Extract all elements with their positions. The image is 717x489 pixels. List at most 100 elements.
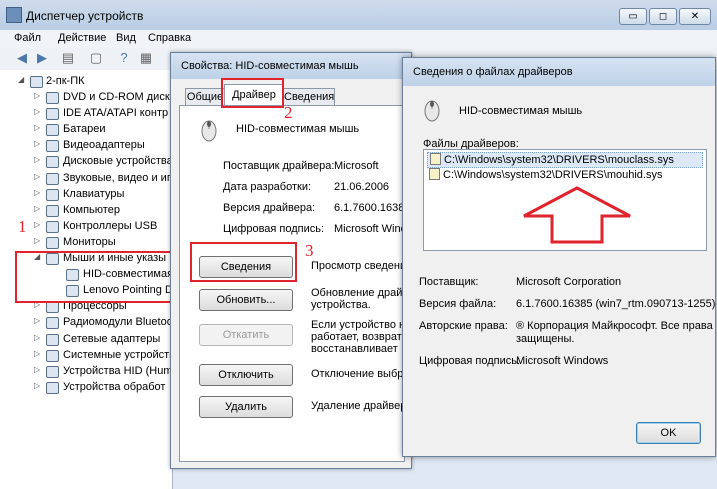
properties-title-bar: Свойства: HID-совместимая мышь xyxy=(171,53,411,79)
device-category-icon xyxy=(46,381,59,394)
driver-files-list: C:\Windows\system32\DRIVERS\mouclass.sys… xyxy=(423,149,707,251)
tree-item-label: Радиомодули Bluetoo xyxy=(63,316,173,329)
info-value: 6.1.7600.16385 (win7_rtm.090713-1255) xyxy=(516,298,716,310)
collapse-icon[interactable]: ◢ xyxy=(18,75,24,84)
tree-item-label: Системные устройства xyxy=(63,348,182,361)
device-category-icon xyxy=(46,172,59,185)
menu-bar: Файл Действие Вид Справка xyxy=(0,30,717,48)
tree-item-label: Батареи xyxy=(63,123,106,136)
annotation-box-2 xyxy=(221,78,284,108)
driver-files-dialog: Сведения о файлах драйверов HID-совмести… xyxy=(402,57,716,457)
menu-view[interactable]: Вид xyxy=(116,32,136,44)
tree-item-label: Клавиатуры xyxy=(63,187,125,200)
maximize-button[interactable]: ◻ xyxy=(649,8,677,25)
tab-general[interactable]: Общие xyxy=(185,88,225,106)
title-bar: Диспетчер устройств ▭ ◻ ✕ xyxy=(0,0,717,30)
annotation-number-3: 3 xyxy=(305,241,314,260)
expand-icon[interactable]: ▷ xyxy=(34,139,40,148)
tree-item-label: Мониторы xyxy=(63,235,116,248)
driver-files-title-bar: Сведения о файлах драйверов xyxy=(403,58,715,86)
tree-item-label: Компьютер xyxy=(63,203,120,216)
field-value: Microsoft xyxy=(334,160,379,172)
computer-icon[interactable]: ▦ xyxy=(138,51,154,65)
file-icon xyxy=(429,168,440,180)
tree-item-label: Звуковые, видео и иг xyxy=(63,171,171,184)
menu-action[interactable]: Действие xyxy=(58,32,106,44)
rollback-description: Если устройство не работает, возврат вос… xyxy=(311,319,411,355)
computer-icon xyxy=(30,76,43,88)
field-value: 21.06.2006 xyxy=(334,181,390,193)
expand-icon[interactable]: ▷ xyxy=(34,204,40,213)
device-manager-icon xyxy=(6,7,22,23)
field-label: Дата разработки: xyxy=(223,181,312,193)
expand-icon[interactable]: ▷ xyxy=(34,155,40,164)
page-icon[interactable]: ▢ xyxy=(88,51,104,65)
device-name: HID-совместимая мышь xyxy=(236,123,360,135)
list-item[interactable]: C:\Windows\system32\DRIVERS\mouhid.sys xyxy=(427,168,662,182)
device-category-icon xyxy=(46,301,59,314)
device-category-icon xyxy=(46,108,59,121)
rollback-driver-button[interactable]: Откатить xyxy=(199,324,293,346)
menu-help[interactable]: Справка xyxy=(148,32,191,44)
device-category-icon xyxy=(46,140,59,153)
tree-item-label: Устройства обработ xyxy=(63,380,166,393)
expand-icon[interactable]: ▷ xyxy=(34,172,40,181)
annotation-number-2: 2 xyxy=(284,103,293,122)
window-title: Диспетчер устройств xyxy=(26,9,144,23)
annotation-number-1: 1 xyxy=(18,217,27,236)
expand-icon[interactable]: ▷ xyxy=(34,236,40,245)
device-category-icon xyxy=(46,204,59,217)
help-icon[interactable]: ? xyxy=(116,51,132,65)
info-label: Версия файла: xyxy=(419,298,497,310)
device-category-icon xyxy=(46,236,59,249)
back-icon[interactable]: ◀ xyxy=(14,51,30,65)
info-value: Microsoft Corporation xyxy=(516,276,622,288)
list-item[interactable]: C:\Windows\system32\DRIVERS\mouclass.sys xyxy=(427,152,703,168)
ok-button[interactable]: OK xyxy=(636,422,701,444)
device-category-icon xyxy=(46,92,59,104)
expand-icon[interactable]: ▷ xyxy=(34,381,40,390)
expand-icon[interactable]: ▷ xyxy=(34,91,40,100)
uninstall-button[interactable]: Удалить xyxy=(199,396,293,418)
device-category-icon xyxy=(46,220,59,233)
file-path: C:\Windows\system32\DRIVERS\mouclass.sys xyxy=(444,154,674,166)
file-path: C:\Windows\system32\DRIVERS\mouhid.sys xyxy=(443,169,663,181)
tree-root-label: 2-пк-ПК xyxy=(46,75,85,87)
menu-file[interactable]: Файл xyxy=(14,32,41,44)
expand-icon[interactable]: ▷ xyxy=(34,365,40,374)
expand-icon[interactable]: ▷ xyxy=(34,107,40,116)
properties-icon[interactable]: ▤ xyxy=(60,51,76,65)
mouse-icon xyxy=(201,120,217,142)
info-label: Цифровая подпись: xyxy=(419,355,521,367)
device-category-icon xyxy=(46,365,59,378)
expand-icon[interactable]: ▷ xyxy=(34,333,40,342)
mouse-icon xyxy=(424,100,440,122)
minimize-button[interactable]: ▭ xyxy=(619,8,647,25)
field-label: Поставщик драйвера: xyxy=(223,160,335,172)
driver-tab-page: HID-совместимая мышь Поставщик драйвера:… xyxy=(179,105,416,462)
expand-icon[interactable]: ▷ xyxy=(34,188,40,197)
field-value: 6.1.7600.16385 xyxy=(334,202,411,214)
device-category-icon xyxy=(46,317,59,330)
update-driver-button[interactable]: Обновить... xyxy=(199,289,293,311)
driver-files-title: Сведения о файлах драйверов xyxy=(413,66,573,78)
tree-item-label: IDE ATA/ATAPI контр xyxy=(63,107,169,120)
tree-item-label: Видеоадаптеры xyxy=(63,139,145,152)
annotation-box-1 xyxy=(15,251,183,303)
expand-icon[interactable]: ▷ xyxy=(34,316,40,325)
properties-title: Свойства: HID-совместимая мышь xyxy=(181,60,359,72)
expand-icon[interactable]: ▷ xyxy=(34,220,40,229)
forward-icon[interactable]: ▶ xyxy=(34,51,50,65)
device-category-icon xyxy=(46,156,59,169)
expand-icon[interactable]: ▷ xyxy=(34,349,40,358)
file-icon xyxy=(430,153,441,165)
device-name: HID-совместимая мышь xyxy=(459,105,583,117)
expand-icon[interactable]: ▷ xyxy=(34,123,40,132)
device-category-icon xyxy=(46,349,59,362)
disable-button[interactable]: Отключить xyxy=(199,364,293,386)
field-label: Версия драйвера: xyxy=(223,202,316,214)
field-label: Цифровая подпись: xyxy=(223,223,325,235)
close-button[interactable]: ✕ xyxy=(679,8,711,25)
update-description: Обновление драйве устройства. xyxy=(311,287,415,311)
uninstall-description: Удаление драйвера xyxy=(311,400,413,412)
